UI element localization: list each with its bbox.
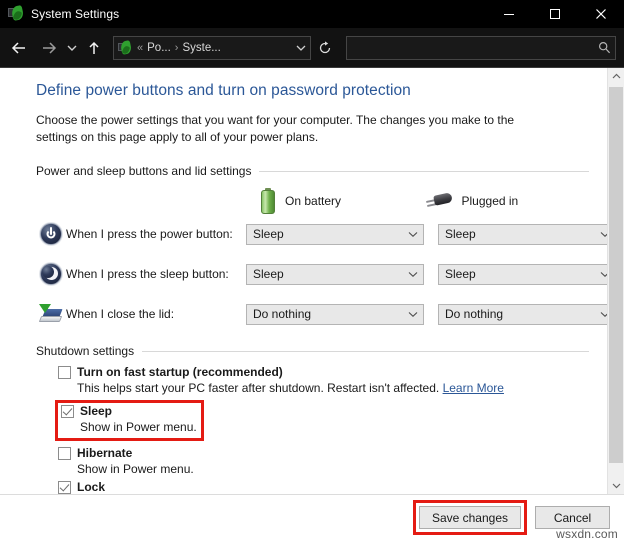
learn-more-link[interactable]: Learn More [443,381,504,395]
address-bar[interactable]: « Po... › Syste... [113,36,311,60]
breadcrumb-item-1[interactable]: Syste... [182,42,220,54]
back-arrow-icon[interactable] [7,35,31,61]
column-label-plugged: Plugged in [462,194,519,208]
shutdown-options: Turn on fast startup (recommended) This … [36,364,589,494]
checkbox-row-lock[interactable]: Lock [36,479,589,494]
dropdown-power-button-battery[interactable]: Sleep [246,224,424,245]
checkbox-description-fast-startup: This helps start your PC faster after sh… [36,380,589,397]
refresh-icon[interactable] [313,36,337,60]
dropdown-value: Do nothing [439,307,595,321]
power-button-icon [36,223,66,245]
dropdown-close-lid-plugged[interactable]: Do nothing [438,304,607,325]
checkbox-description-sleep: Show in Power menu. [58,419,197,436]
dropdown-power-button-plugged[interactable]: Sleep [438,224,607,245]
row-label-sleep-button: When I press the sleep button: [66,267,246,281]
dropdown-value: Sleep [439,267,595,281]
close-button[interactable] [578,0,624,28]
power-plug-icon [426,191,452,211]
scrollbar-track[interactable] [608,85,624,477]
laptop-lid-icon [36,304,66,324]
section-divider [142,351,589,352]
chevron-down-icon[interactable] [595,311,607,318]
forward-arrow-icon[interactable] [37,35,61,61]
setting-row-close-lid: When I close the lid: Do nothing Do noth… [36,294,589,334]
dropdown-close-lid-battery[interactable]: Do nothing [246,304,424,325]
footer-bar: Save changes Cancel wsxdn.com [0,494,624,540]
minimize-button[interactable] [486,0,532,28]
chevron-down-icon[interactable] [403,231,423,238]
chevron-down-icon[interactable] [292,44,310,52]
checkbox-label-hibernate: Hibernate [77,445,132,461]
page-description: Choose the power settings that you want … [36,112,552,146]
shutdown-section-title: Shutdown settings [36,344,142,358]
search-box[interactable] [346,36,616,60]
dropdown-value: Sleep [247,267,403,281]
setting-row-power-button: When I press the power button: Sleep Sle… [36,214,589,254]
address-power-settings-icon [118,41,132,55]
dropdown-value: Sleep [247,227,403,241]
window-title: System Settings [31,7,119,21]
search-icon[interactable] [593,41,615,54]
dropdown-value: Do nothing [247,307,403,321]
checkbox-sleep[interactable] [61,405,74,418]
power-section-header: Power and sleep buttons and lid settings [36,164,589,178]
breadcrumb-separator: › [175,42,179,54]
scrollbar-thumb[interactable] [609,87,623,463]
dropdown-sleep-button-battery[interactable]: Sleep [246,264,424,285]
column-headers: On battery Plugged in [36,188,589,214]
history-chevron-icon[interactable] [63,35,80,61]
breadcrumb-item-0[interactable]: Po... [147,42,171,54]
checkbox-row-sleep[interactable]: Sleep [58,403,197,419]
chevron-down-icon[interactable] [595,231,607,238]
power-section-title: Power and sleep buttons and lid settings [36,164,259,178]
navigation-bar: « Po... › Syste... [0,28,624,68]
checkbox-fast-startup[interactable] [58,366,71,379]
column-plugged-in: Plugged in [418,188,590,214]
checkbox-label-fast-startup: Turn on fast startup (recommended) [77,364,283,380]
scroll-up-button[interactable] [608,68,624,85]
checkbox-label-lock: Lock [77,479,105,494]
sleep-moon-icon [36,263,66,285]
up-arrow-icon[interactable] [82,35,106,61]
column-on-battery: On battery [246,188,418,214]
dropdown-sleep-button-plugged[interactable]: Sleep [438,264,607,285]
breadcrumb-overflow[interactable]: « [137,42,143,54]
chevron-down-icon[interactable] [403,271,423,278]
power-settings-icon [8,6,24,22]
cancel-button[interactable]: Cancel [535,506,610,529]
checkbox-row-fast-startup[interactable]: Turn on fast startup (recommended) [36,364,589,380]
checkbox-row-hibernate[interactable]: Hibernate [36,445,589,461]
content-area: Define power buttons and turn on passwor… [0,68,624,494]
checkbox-lock[interactable] [58,481,71,494]
checkbox-description-hibernate: Show in Power menu. [36,461,589,478]
row-label-power-button: When I press the power button: [66,227,246,241]
search-input[interactable] [347,36,593,60]
vertical-scrollbar[interactable] [607,68,624,494]
column-label-battery: On battery [285,194,341,208]
chevron-down-icon[interactable] [595,271,607,278]
settings-inner: Define power buttons and turn on passwor… [0,82,607,494]
highlight-box-sleep: Sleep Show in Power menu. [55,400,204,441]
dropdown-value: Sleep [439,227,595,241]
watermark: wsxdn.com [556,527,618,541]
battery-icon [261,188,275,214]
system-settings-window: System Settings « Po... [0,0,624,540]
scroll-down-button[interactable] [608,477,624,494]
shutdown-section-header: Shutdown settings [36,344,589,358]
page-title: Define power buttons and turn on passwor… [36,82,589,100]
highlight-box-save: Save changes [413,500,527,535]
title-bar: System Settings [0,0,624,28]
save-changes-button[interactable]: Save changes [419,506,521,529]
chevron-down-icon[interactable] [403,311,423,318]
maximize-button[interactable] [532,0,578,28]
section-divider [259,171,589,172]
row-label-close-lid: When I close the lid: [66,307,246,321]
checkbox-label-sleep: Sleep [80,403,112,419]
description-text: This helps start your PC faster after sh… [77,381,439,395]
setting-row-sleep-button: When I press the sleep button: Sleep Sle… [36,254,589,294]
checkbox-hibernate[interactable] [58,447,71,460]
settings-content: Define power buttons and turn on passwor… [0,68,607,494]
